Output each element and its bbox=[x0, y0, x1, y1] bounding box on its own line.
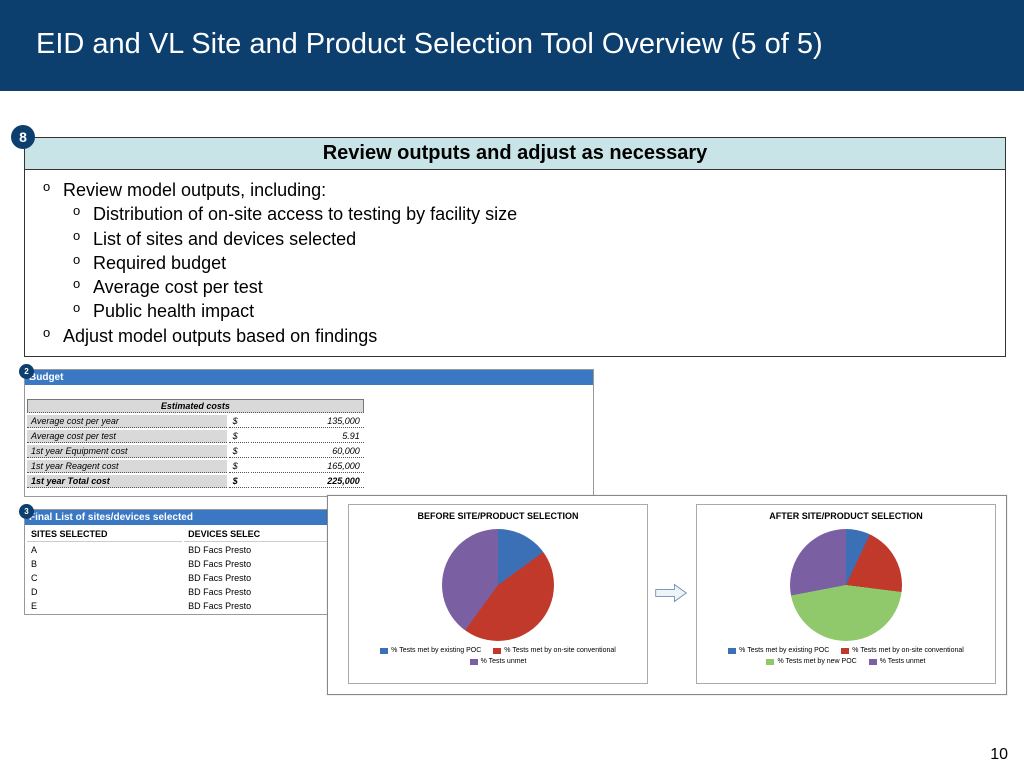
before-legend: % Tests met by existing POC % Tests met … bbox=[349, 647, 647, 665]
bullet: Adjust model outputs based on findings bbox=[63, 324, 995, 348]
after-chart: AFTER SITE/PRODUCT SELECTION % Tests met… bbox=[696, 504, 996, 684]
sub-bullet: Public health impact bbox=[93, 299, 995, 323]
bullet: Review model outputs, including: bbox=[63, 178, 995, 202]
step-badge: 8 bbox=[11, 125, 35, 149]
after-legend: % Tests met by existing POC % Tests met … bbox=[697, 647, 995, 665]
before-chart: BEFORE SITE/PRODUCT SELECTION % Tests me… bbox=[348, 504, 648, 684]
after-pie bbox=[790, 529, 902, 641]
panel-header: Review outputs and adjust as necessary bbox=[24, 137, 1006, 170]
budget-badge: 2 bbox=[19, 364, 34, 379]
cost-table: Estimated costs Average cost per year$13… bbox=[25, 397, 366, 490]
slide-title: EID and VL Site and Product Selection To… bbox=[36, 28, 988, 61]
sub-bullet: Distribution of on-site access to testin… bbox=[93, 202, 995, 226]
step-panel: 8 Review outputs and adjust as necessary… bbox=[24, 137, 1006, 357]
cost-header: Estimated costs bbox=[27, 399, 364, 413]
sub-bullet: List of sites and devices selected bbox=[93, 227, 995, 251]
page-number: 10 bbox=[990, 746, 1008, 764]
title-bar: EID and VL Site and Product Selection To… bbox=[0, 0, 1024, 91]
sites-screenshot: 3 Final List of sites/devices selected S… bbox=[24, 509, 334, 615]
sites-title: Final List of sites/devices selected bbox=[25, 510, 333, 525]
sub-bullet: Required budget bbox=[93, 251, 995, 275]
charts-card: BEFORE SITE/PRODUCT SELECTION % Tests me… bbox=[327, 495, 1007, 695]
sites-table: SITES SELECTEDDEVICES SELEC ABD Facs Pre… bbox=[25, 525, 333, 614]
arrow-icon bbox=[654, 581, 688, 605]
budget-screenshot: 2 Budget Estimated costs Average cost pe… bbox=[24, 369, 594, 497]
panel-body: Review model outputs, including: Distrib… bbox=[24, 170, 1006, 357]
budget-title: Budget bbox=[25, 370, 593, 385]
sites-badge: 3 bbox=[19, 504, 34, 519]
before-pie bbox=[442, 529, 554, 641]
sub-bullet: Average cost per test bbox=[93, 275, 995, 299]
